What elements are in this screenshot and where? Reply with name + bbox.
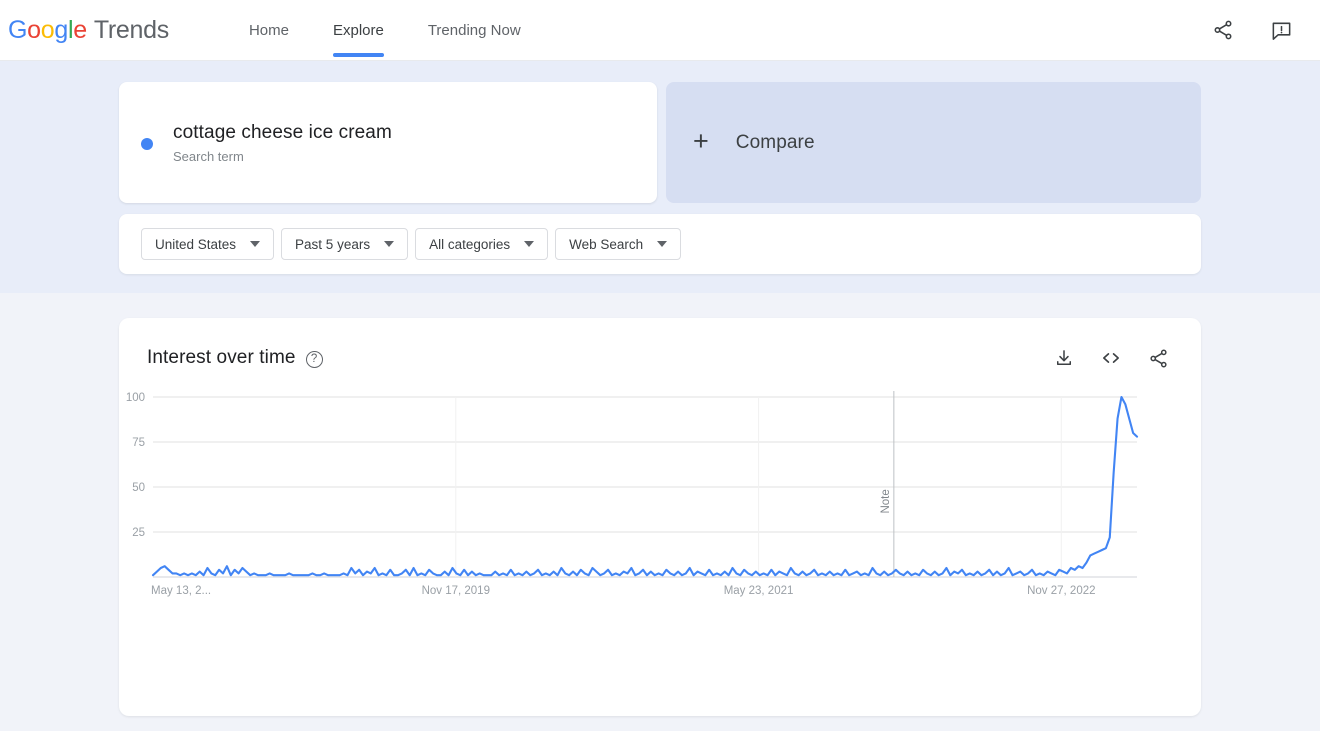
download-icon[interactable]	[1051, 345, 1077, 371]
query-band-content: cottage cheese ice cream Search term + C…	[119, 82, 1201, 274]
y-axis-tick-label: 100	[126, 392, 145, 404]
query-band: cottage cheese ice cream Search term + C…	[0, 61, 1320, 293]
compare-card[interactable]: + Compare	[666, 82, 1201, 203]
feedback-icon[interactable]	[1268, 17, 1294, 43]
top-navigation-bar: Google Trends Home Explore Trending Now	[0, 0, 1320, 61]
search-term-type: Search term	[173, 149, 244, 164]
chart-svg: 100 75 50 25 May 13, 2... Nov 17, 2019 May 23,…	[126, 391, 1139, 597]
x-axis-tick-label: May 23, 2021	[724, 585, 794, 597]
interest-over-time-plot[interactable]: 100 75 50 25 May 13, 2... Nov 17, 2019 May 23,…	[119, 389, 1201, 659]
y-axis-tick-label: 75	[132, 437, 145, 449]
series-line-0	[151, 395, 1139, 577]
google-trends-logo[interactable]: Google Trends	[8, 16, 169, 45]
search-term-value: cottage cheese ice cream	[173, 122, 392, 143]
chart-actions	[1051, 345, 1171, 371]
help-icon[interactable]: ?	[305, 350, 323, 368]
share-icon[interactable]	[1210, 17, 1236, 43]
chevron-down-icon	[524, 241, 535, 247]
share-icon[interactable]	[1145, 345, 1171, 371]
chevron-down-icon	[384, 241, 395, 247]
interest-over-time-card: Interest over time ? 100 75 50 25 May 13…	[119, 318, 1201, 716]
nav-item-home[interactable]: Home	[249, 0, 289, 61]
y-axis-tick-label: 25	[132, 527, 145, 539]
compare-label: Compare	[735, 131, 815, 153]
results-band: Interest over time ? 100 75 50 25 May 13…	[0, 293, 1320, 731]
x-axis-tick-label: Nov 17, 2019	[422, 585, 490, 597]
plus-icon: +	[693, 126, 709, 156]
search-type-filter-label: Web Search	[569, 236, 644, 252]
x-axis-tick-label: Nov 27, 2022	[1027, 585, 1095, 597]
time-filter-label: Past 5 years	[295, 236, 371, 252]
nav-item-explore[interactable]: Explore	[332, 0, 384, 61]
y-axis-tick-label: 50	[132, 482, 145, 494]
filter-bar: United States Past 5 years All categorie…	[119, 214, 1201, 274]
time-filter[interactable]: Past 5 years	[281, 228, 409, 260]
category-filter-label: All categories	[429, 236, 511, 252]
series-color-dot	[141, 137, 153, 150]
category-filter[interactable]: All categories	[415, 228, 549, 260]
search-type-filter[interactable]: Web Search	[555, 228, 682, 260]
trends-wordmark: Trends	[93, 15, 169, 44]
x-axis-tick-label: May 13, 2...	[151, 585, 211, 597]
region-filter[interactable]: United States	[141, 228, 275, 260]
google-wordmark: Google	[8, 15, 87, 44]
nav-item-trending-now[interactable]: Trending Now	[428, 0, 521, 61]
chart-header: Interest over time ?	[119, 318, 1201, 371]
term-row: cottage cheese ice cream Search term + C…	[119, 82, 1201, 203]
embed-code-icon[interactable]	[1098, 345, 1124, 371]
note-marker-label[interactable]: Note	[880, 489, 892, 513]
chevron-down-icon	[657, 241, 668, 247]
chart-title: Interest over time	[147, 347, 296, 368]
results-band-content: Interest over time ? 100 75 50 25 May 13…	[119, 318, 1201, 716]
search-term-card[interactable]: cottage cheese ice cream Search term	[119, 82, 657, 203]
region-filter-label: United States	[155, 236, 237, 252]
nav-actions	[1210, 17, 1294, 43]
primary-nav: Home Explore Trending Now	[249, 0, 565, 61]
chevron-down-icon	[250, 241, 261, 247]
search-term-text: cottage cheese ice cream Search term	[173, 121, 392, 164]
